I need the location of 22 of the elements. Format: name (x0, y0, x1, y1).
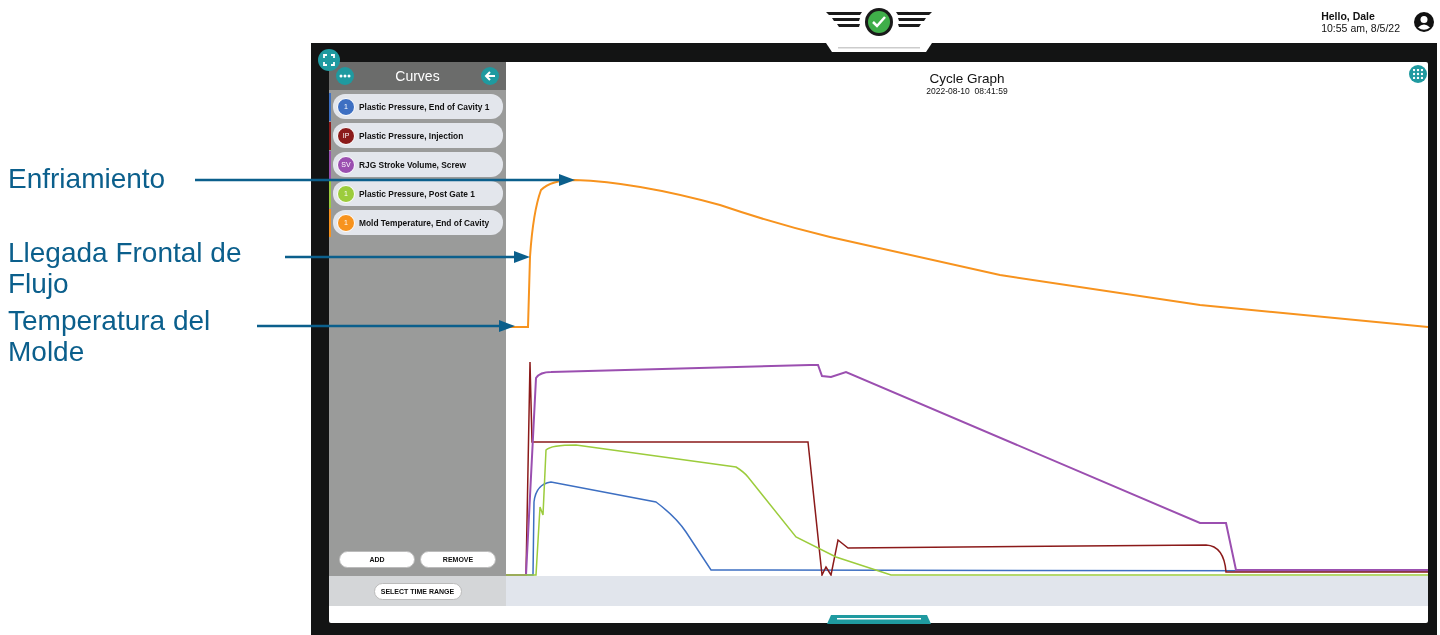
greeting: Hello, Dale (1321, 9, 1376, 22)
arrow-left-icon (484, 70, 496, 82)
annotation-label: Llegada Frontal de Flujo (8, 237, 243, 299)
account-icon[interactable] (1414, 11, 1434, 32)
curve-label: RJG Stroke Volume, Screw (359, 159, 466, 170)
grid-icon (1413, 69, 1423, 79)
curve-label: Plastic Pressure, End of Cavity 1 (359, 101, 490, 112)
graph-title: Cycle Graph (929, 71, 1005, 86)
more-button[interactable] (336, 67, 354, 85)
curve-label: Mold Temperature, End of Cavity (359, 217, 490, 228)
curve-label: Plastic Pressure, Injection (359, 130, 464, 141)
bottom-handle[interactable] (827, 615, 931, 624)
graph-timestamp: 2022-08-10 08:41:59 (926, 86, 1008, 96)
more-icon (339, 74, 351, 78)
grid-menu-button[interactable] (1409, 65, 1427, 83)
header-timestamp: 10:55 am, 8/5/22 (1321, 21, 1400, 34)
back-button[interactable] (481, 67, 499, 85)
annotation-label: Temperatura del Molde (8, 305, 212, 367)
sidebar-title: Curves (395, 68, 440, 84)
fullscreen-icon[interactable] (318, 49, 340, 71)
annotation-label: Enfriamiento (8, 163, 167, 194)
curve-label: Plastic Pressure, Post Gate 1 (359, 188, 475, 199)
